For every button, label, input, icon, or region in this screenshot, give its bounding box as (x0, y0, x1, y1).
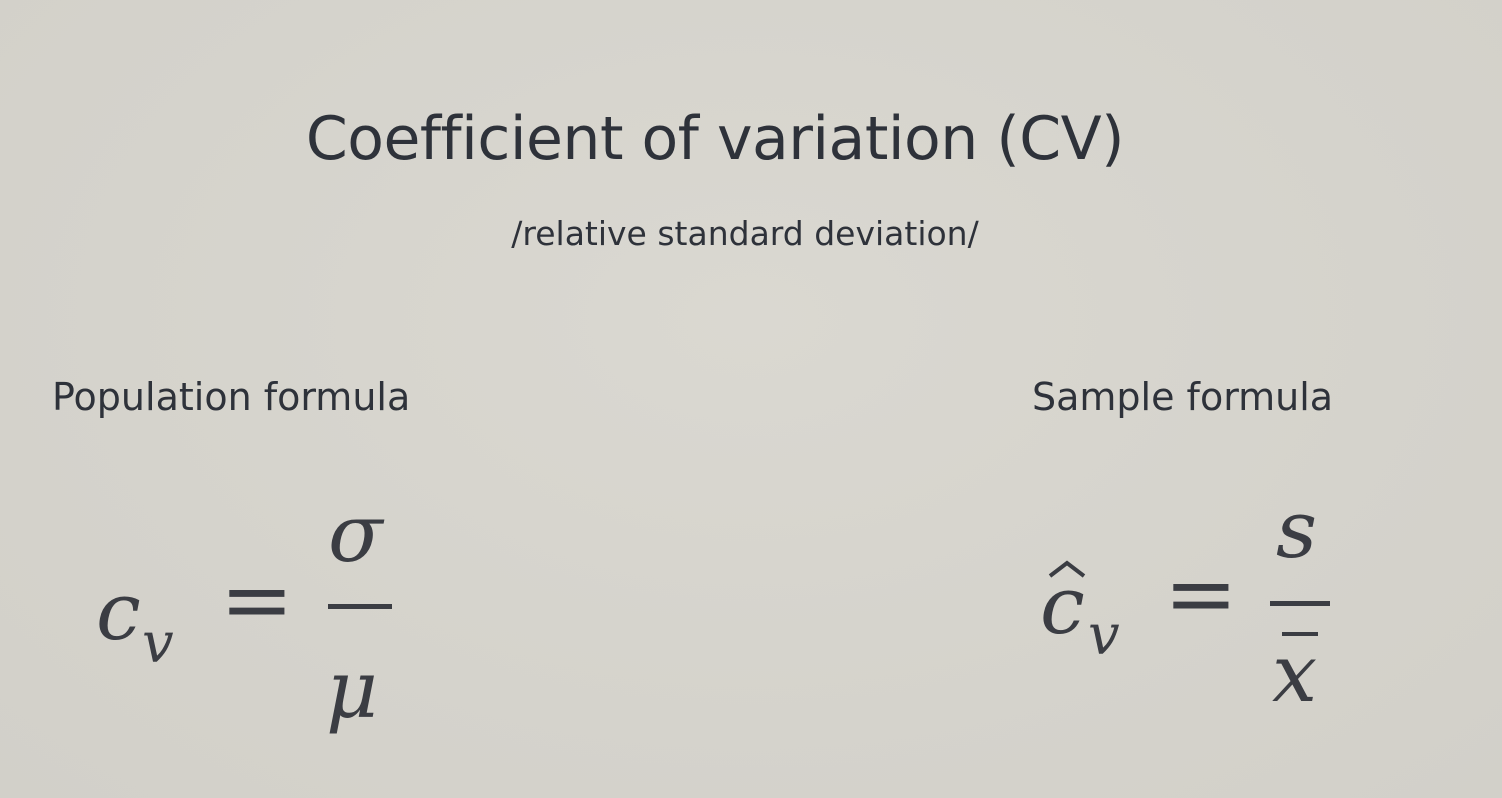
population-fraction-bar (328, 604, 392, 609)
sample-denominator-x: x (1272, 627, 1318, 720)
sample-cv-subscript: v (1088, 603, 1120, 668)
sample-fraction-bar (1270, 601, 1330, 606)
population-denominator-mu: μ (326, 643, 378, 736)
population-cv-subscript: v (142, 611, 174, 676)
population-equals-sign: = (220, 548, 294, 651)
sample-equals-sign: = (1164, 542, 1238, 645)
population-numerator-sigma: σ (328, 487, 383, 580)
slide: Coefficient of variation (CV) /relative … (0, 0, 1502, 798)
population-formula-label: Population formula (52, 375, 411, 419)
population-cv-symbol: c (96, 565, 141, 658)
sample-cv-symbol: c (1040, 559, 1085, 652)
sample-numerator-s: s (1276, 483, 1318, 576)
slide-subtitle: /relative standard deviation/ (511, 214, 979, 253)
sample-formula-label: Sample formula (1032, 375, 1334, 419)
slide-title: Coefficient of variation (CV) (305, 104, 1125, 174)
